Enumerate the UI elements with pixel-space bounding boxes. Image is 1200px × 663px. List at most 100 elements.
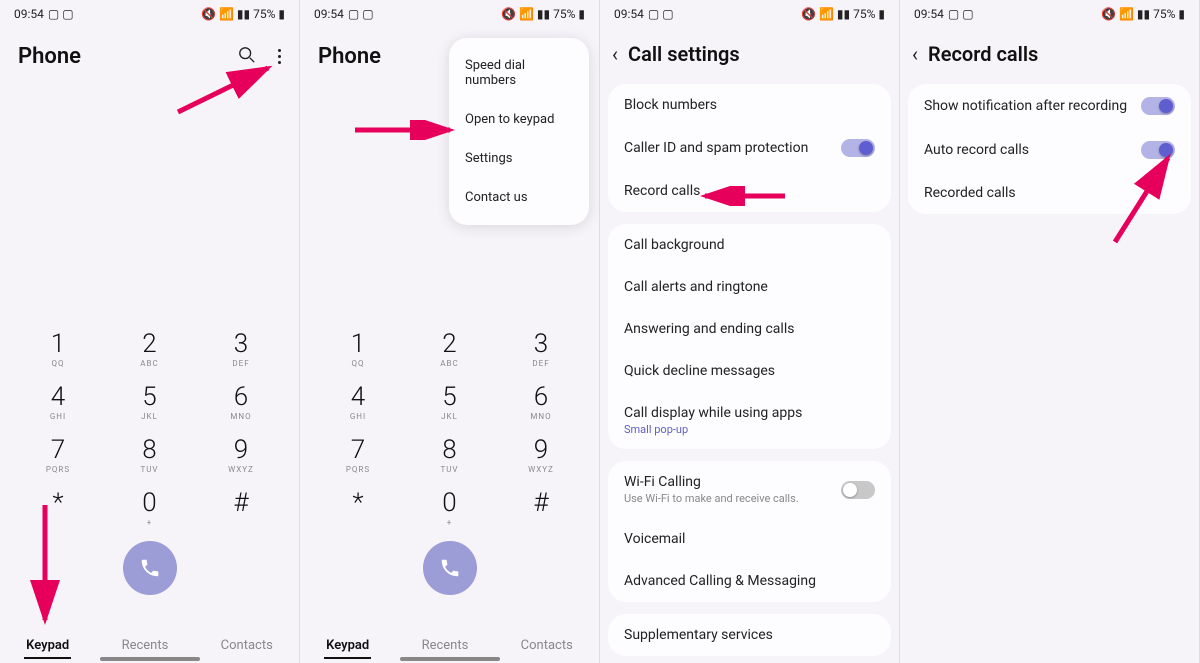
row-voicemail[interactable]: Voicemail [608, 518, 891, 560]
status-notif-icon: ▢ ▢ [348, 7, 374, 21]
row-answering[interactable]: Answering and ending calls [608, 308, 891, 350]
toggle-show-notification[interactable] [1141, 97, 1175, 115]
arrow-annotation [350, 120, 460, 140]
status-battery-icon: ▮ [1178, 7, 1185, 21]
status-battery: 75% [553, 7, 575, 21]
key-8[interactable]: 8TUV [110, 435, 190, 474]
row-auto-record[interactable]: Auto record calls [908, 128, 1191, 172]
app-title: Phone [18, 44, 81, 69]
status-signal-icon: ▮▮ [537, 7, 550, 21]
key-6[interactable]: 6MNO [201, 382, 281, 421]
key-7[interactable]: 7PQRS [318, 435, 398, 474]
row-caller-id[interactable]: Caller ID and spam protection [608, 126, 891, 170]
back-icon[interactable]: ‹ [612, 42, 618, 66]
menu-open-keypad[interactable]: Open to keypad [449, 100, 589, 139]
row-advanced-calling[interactable]: Advanced Calling & Messaging [608, 560, 891, 602]
status-mute-icon: 🔇 [201, 7, 216, 21]
tab-recents[interactable]: Recents [420, 634, 471, 659]
panel-record-calls: 09:54 ▢ ▢ 🔇 📶 ▮▮ 75% ▮ ‹ Record calls Sh… [900, 0, 1200, 663]
menu-settings[interactable]: Settings [449, 139, 589, 178]
key-2[interactable]: 2ABC [410, 329, 490, 368]
key-0[interactable]: 0+ [110, 488, 190, 527]
status-mute-icon: 🔇 [501, 7, 516, 21]
tab-keypad[interactable]: Keypad [24, 634, 71, 659]
status-wifi-icon: 📶 [1119, 7, 1134, 21]
settings-header: ‹ Call settings [600, 28, 899, 84]
row-wifi-calling[interactable]: Wi-Fi Calling Use Wi-Fi to make and rece… [608, 461, 891, 518]
row-call-alerts[interactable]: Call alerts and ringtone [608, 266, 891, 308]
status-battery: 75% [853, 7, 875, 21]
tab-contacts[interactable]: Contacts [519, 634, 575, 659]
nav-handle[interactable] [400, 657, 500, 661]
card-group-4: Supplementary services [608, 614, 891, 656]
status-signal-icon: ▮▮ [1137, 7, 1150, 21]
menu-contact-us[interactable]: Contact us [449, 178, 589, 217]
toggle-auto-record[interactable] [1141, 141, 1175, 159]
panel-phone-menu: 09:54 ▢ ▢ 🔇 📶 ▮▮ 75% ▮ Phone Speed dial … [300, 0, 600, 663]
key-hash[interactable]: # [501, 488, 581, 527]
card-group-3: Wi-Fi Calling Use Wi-Fi to make and rece… [608, 461, 891, 602]
more-icon[interactable] [278, 49, 281, 64]
dialpad: 1QQ 2ABC 3DEF 4GHI 5JKL 6MNO 7PQRS 8TUV … [0, 329, 299, 595]
status-bar: 09:54 ▢ ▢ 🔇 📶 ▮▮ 75% ▮ [900, 0, 1199, 28]
key-4[interactable]: 4GHI [18, 382, 98, 421]
row-call-display[interactable]: Call display while using apps Small pop-… [608, 392, 891, 449]
key-3[interactable]: 3DEF [201, 329, 281, 368]
key-8[interactable]: 8TUV [410, 435, 490, 474]
tab-contacts[interactable]: Contacts [219, 634, 275, 659]
status-notif-icon: ▢ ▢ [948, 7, 974, 21]
key-5[interactable]: 5JKL [410, 382, 490, 421]
row-record-calls[interactable]: Record calls [608, 170, 891, 212]
search-icon[interactable] [238, 46, 256, 68]
settings-header: ‹ Record calls [900, 28, 1199, 84]
app-header: Phone [0, 28, 299, 87]
row-decline[interactable]: Quick decline messages [608, 350, 891, 392]
row-block-numbers[interactable]: Block numbers [608, 84, 891, 126]
key-3[interactable]: 3DEF [501, 329, 581, 368]
status-time: 09:54 [314, 7, 344, 21]
key-6[interactable]: 6MNO [501, 382, 581, 421]
page-title: Call settings [628, 42, 740, 66]
status-signal-icon: ▮▮ [237, 7, 250, 21]
key-star[interactable]: * [18, 488, 98, 527]
nav-handle[interactable] [100, 657, 200, 661]
status-battery-icon: ▮ [578, 7, 585, 21]
status-signal-icon: ▮▮ [837, 7, 850, 21]
row-show-notification[interactable]: Show notification after recording [908, 84, 1191, 128]
status-time: 09:54 [14, 7, 44, 21]
card-group-2: Call background Call alerts and ringtone… [608, 224, 891, 449]
key-9[interactable]: 9WXYZ [201, 435, 281, 474]
row-recorded-calls[interactable]: Recorded calls [908, 172, 1191, 214]
status-wifi-icon: 📶 [519, 7, 534, 21]
key-9[interactable]: 9WXYZ [501, 435, 581, 474]
key-1[interactable]: 1QQ [318, 329, 398, 368]
key-2[interactable]: 2ABC [110, 329, 190, 368]
status-battery: 75% [1153, 7, 1175, 21]
key-5[interactable]: 5JKL [110, 382, 190, 421]
row-call-background[interactable]: Call background [608, 224, 891, 266]
key-7[interactable]: 7PQRS [18, 435, 98, 474]
app-title: Phone [318, 44, 381, 69]
tab-keypad[interactable]: Keypad [324, 634, 371, 659]
page-title: Record calls [928, 42, 1038, 66]
call-button[interactable] [123, 541, 177, 595]
key-4[interactable]: 4GHI [318, 382, 398, 421]
call-button[interactable] [423, 541, 477, 595]
key-star[interactable]: * [318, 488, 398, 527]
key-0[interactable]: 0+ [410, 488, 490, 527]
back-icon[interactable]: ‹ [912, 42, 918, 66]
status-bar: 09:54 ▢ ▢ 🔇 📶 ▮▮ 75% ▮ [600, 0, 899, 28]
status-notif-icon: ▢ ▢ [648, 7, 674, 21]
status-notif-icon: ▢ ▢ [48, 7, 74, 21]
panel-call-settings: 09:54 ▢ ▢ 🔇 📶 ▮▮ 75% ▮ ‹ Call settings B… [600, 0, 900, 663]
panel-phone: 09:54 ▢ ▢ 🔇 📶 ▮▮ 75% ▮ Phone 1QQ 2ABC 3D… [0, 0, 300, 663]
menu-speed-dial[interactable]: Speed dial numbers [449, 46, 589, 100]
card-record-options: Show notification after recording Auto r… [908, 84, 1191, 214]
status-wifi-icon: 📶 [819, 7, 834, 21]
row-supplementary[interactable]: Supplementary services [608, 614, 891, 656]
toggle-caller-id[interactable] [841, 139, 875, 157]
tab-recents[interactable]: Recents [120, 634, 171, 659]
key-hash[interactable]: # [201, 488, 281, 527]
key-1[interactable]: 1QQ [18, 329, 98, 368]
toggle-wifi-calling[interactable] [841, 481, 875, 499]
